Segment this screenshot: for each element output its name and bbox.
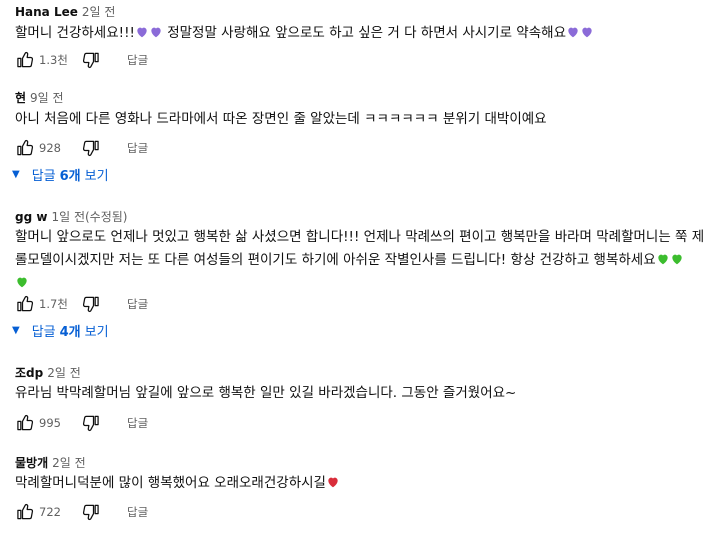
comment-actions: 1.3천 답글 bbox=[15, 50, 152, 70]
comment-timestamp[interactable]: 1일 전(수정됨) bbox=[51, 210, 127, 224]
comment-actions: 722 답글 bbox=[15, 502, 152, 522]
comment-author[interactable]: Hana Lee bbox=[15, 5, 78, 19]
thumbs-up-icon[interactable] bbox=[15, 413, 35, 433]
comment-header: 현 9일 전 bbox=[15, 90, 64, 106]
purple-heart-icon bbox=[566, 25, 580, 39]
thumbs-down-icon[interactable] bbox=[81, 50, 101, 70]
purple-heart-icon bbox=[149, 25, 163, 39]
thumbs-up-icon[interactable] bbox=[15, 294, 35, 314]
comment-actions: 995 답글 bbox=[15, 413, 152, 433]
like-count: 1.3천 bbox=[39, 53, 68, 67]
comment-actions: 1.7천 답글 bbox=[15, 294, 152, 314]
comment-text: 아니 처음에 다른 영화나 드라마에서 따온 장면인 줄 알았는데 ㅋㅋㅋㅋㅋㅋ… bbox=[15, 111, 547, 127]
thumbs-down-icon[interactable] bbox=[81, 413, 101, 433]
comment-author[interactable]: 물방개 bbox=[15, 456, 48, 470]
purple-heart-icon bbox=[135, 25, 149, 39]
like-count: 722 bbox=[39, 505, 61, 519]
comment-header: Hana Lee 2일 전 bbox=[15, 4, 115, 20]
comment-timestamp[interactable]: 2일 전 bbox=[82, 5, 116, 19]
comment-timestamp[interactable]: 2일 전 bbox=[47, 366, 81, 380]
reply-button[interactable]: 답글 bbox=[123, 502, 152, 522]
thumbs-down-icon[interactable] bbox=[81, 502, 101, 522]
comment-header: 물방개 2일 전 bbox=[15, 455, 86, 471]
comment-timestamp[interactable]: 2일 전 bbox=[52, 456, 86, 470]
comment-author[interactable]: gg w bbox=[15, 210, 47, 224]
caret-down-icon: ▼ bbox=[12, 324, 20, 336]
purple-heart-icon bbox=[580, 25, 594, 39]
thumbs-down-icon[interactable] bbox=[81, 294, 101, 314]
like-count: 995 bbox=[39, 416, 61, 430]
comment-text: 유라님 박막례할머님 앞길에 앞으로 행복한 일만 있길 바라겠습니다. 그동안… bbox=[15, 385, 517, 401]
like-count: 1.7천 bbox=[39, 297, 68, 311]
green-heart-icon bbox=[15, 275, 29, 289]
comment-author[interactable]: 현 bbox=[15, 91, 26, 105]
view-replies-button[interactable]: ▼ 답글 6개 보기 bbox=[12, 163, 109, 185]
thumbs-up-icon[interactable] bbox=[15, 502, 35, 522]
comment-text: 할머니 건강하세요!!! 정말정말 사랑해요 앞으로도 하고 싶은 거 다 하면… bbox=[15, 22, 715, 45]
green-heart-icon bbox=[656, 252, 670, 266]
reply-button[interactable]: 답글 bbox=[123, 50, 152, 70]
comment-text: 막례할머니덕분에 많이 행복했어요 오래오래건강하시길 bbox=[15, 472, 715, 495]
like-count: 928 bbox=[39, 141, 61, 155]
thumbs-down-icon[interactable] bbox=[81, 138, 101, 158]
red-heart-icon bbox=[326, 475, 340, 489]
thumbs-up-icon[interactable] bbox=[15, 50, 35, 70]
caret-down-icon: ▼ bbox=[12, 168, 20, 180]
thumbs-up-icon[interactable] bbox=[15, 138, 35, 158]
comment-header: 조dp 2일 전 bbox=[15, 365, 81, 381]
comment-author[interactable]: 조dp bbox=[15, 366, 43, 380]
comment-timestamp[interactable]: 9일 전 bbox=[30, 91, 64, 105]
reply-button[interactable]: 답글 bbox=[123, 413, 152, 433]
comment-actions: 928 답글 bbox=[15, 138, 152, 158]
reply-button[interactable]: 답글 bbox=[123, 138, 152, 158]
green-heart-icon bbox=[670, 252, 684, 266]
comment-header: gg w 1일 전(수정됨) bbox=[15, 209, 127, 225]
view-replies-button[interactable]: ▼ 답글 4개 보기 bbox=[12, 319, 109, 341]
comment-text: 할머니 앞으로도 언제나 멋있고 행복한 삶 사셨으면 합니다!!! 언제나 막… bbox=[15, 226, 715, 295]
reply-button[interactable]: 답글 bbox=[123, 294, 152, 314]
